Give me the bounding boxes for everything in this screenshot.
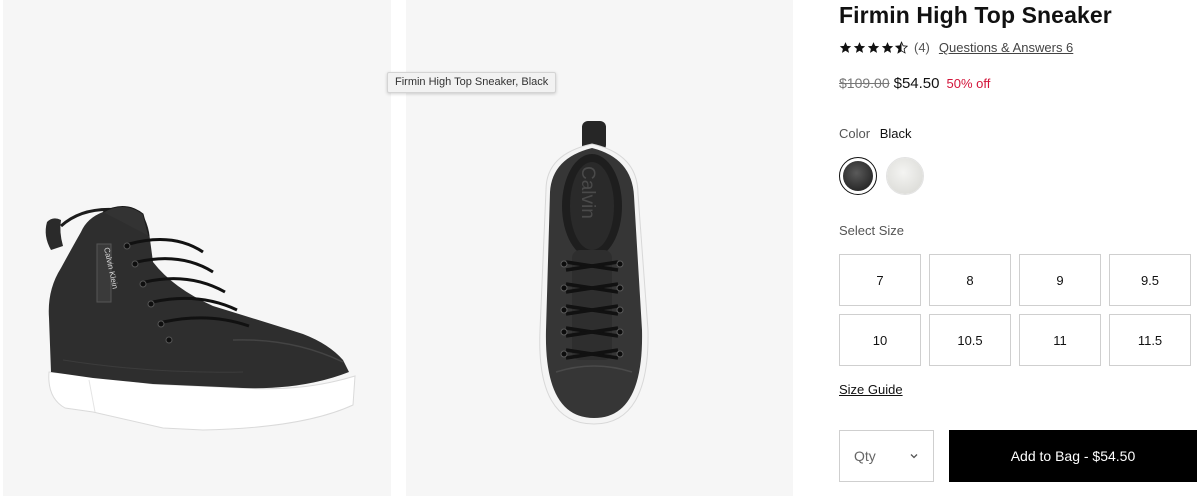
star-full-icon bbox=[881, 42, 894, 53]
star-full-icon bbox=[853, 42, 866, 53]
product-title: Firmin High Top Sneaker bbox=[839, 2, 1112, 28]
selected-color: Black bbox=[879, 126, 912, 141]
questions-answers-link[interactable]: Questions & Answers 6 bbox=[939, 40, 1073, 55]
size-option-11-5[interactable]: 11.5 bbox=[1109, 314, 1191, 366]
star-full-icon bbox=[867, 42, 880, 53]
star-half-icon bbox=[895, 41, 908, 54]
size-option-10[interactable]: 10 bbox=[839, 314, 921, 366]
swatch-fill bbox=[887, 158, 923, 194]
discount-badge: 50% off bbox=[946, 76, 991, 91]
size-guide-link[interactable]: Size Guide bbox=[839, 382, 903, 397]
star-rating[interactable] bbox=[839, 41, 909, 54]
brand-label-top: Calvin bbox=[577, 166, 598, 219]
rating-row: (4) Questions & Answers 6 bbox=[839, 40, 1073, 55]
price-row: $109.00 $54.50 50% off bbox=[839, 75, 990, 92]
star-full-icon bbox=[839, 42, 852, 53]
original-price: $109.00 bbox=[839, 75, 890, 91]
select-size-label: Select Size bbox=[839, 223, 905, 238]
size-option-7[interactable]: 7 bbox=[839, 254, 921, 306]
review-count[interactable]: (4) bbox=[914, 40, 930, 55]
size-option-9-5[interactable]: 9.5 bbox=[1109, 254, 1191, 306]
color-swatch-white[interactable] bbox=[886, 157, 924, 195]
color-selector-label: Color Black bbox=[839, 126, 912, 141]
product-image-side[interactable]: Calvin Klein bbox=[3, 0, 391, 496]
color-swatch-black[interactable] bbox=[839, 157, 877, 195]
size-grid: 7 8 9 9.5 10 10.5 11 11.5 bbox=[839, 254, 1193, 366]
sale-price: $54.50 bbox=[893, 75, 940, 92]
color-label: Color bbox=[839, 126, 871, 141]
add-to-bag-button[interactable]: Add to Bag - $54.50 bbox=[949, 430, 1197, 482]
chevron-down-icon bbox=[910, 454, 918, 459]
image-tooltip: Firmin High Top Sneaker, Black bbox=[387, 72, 557, 93]
size-option-8[interactable]: 8 bbox=[929, 254, 1011, 306]
size-option-11[interactable]: 11 bbox=[1019, 314, 1101, 366]
size-option-10-5[interactable]: 10.5 bbox=[929, 314, 1011, 366]
qty-label: Qty bbox=[854, 448, 876, 464]
swatch-fill bbox=[843, 161, 873, 191]
size-option-9[interactable]: 9 bbox=[1019, 254, 1101, 306]
sneaker-side-illustration: Calvin Klein bbox=[45, 206, 356, 431]
quantity-select[interactable]: Qty bbox=[839, 430, 934, 482]
